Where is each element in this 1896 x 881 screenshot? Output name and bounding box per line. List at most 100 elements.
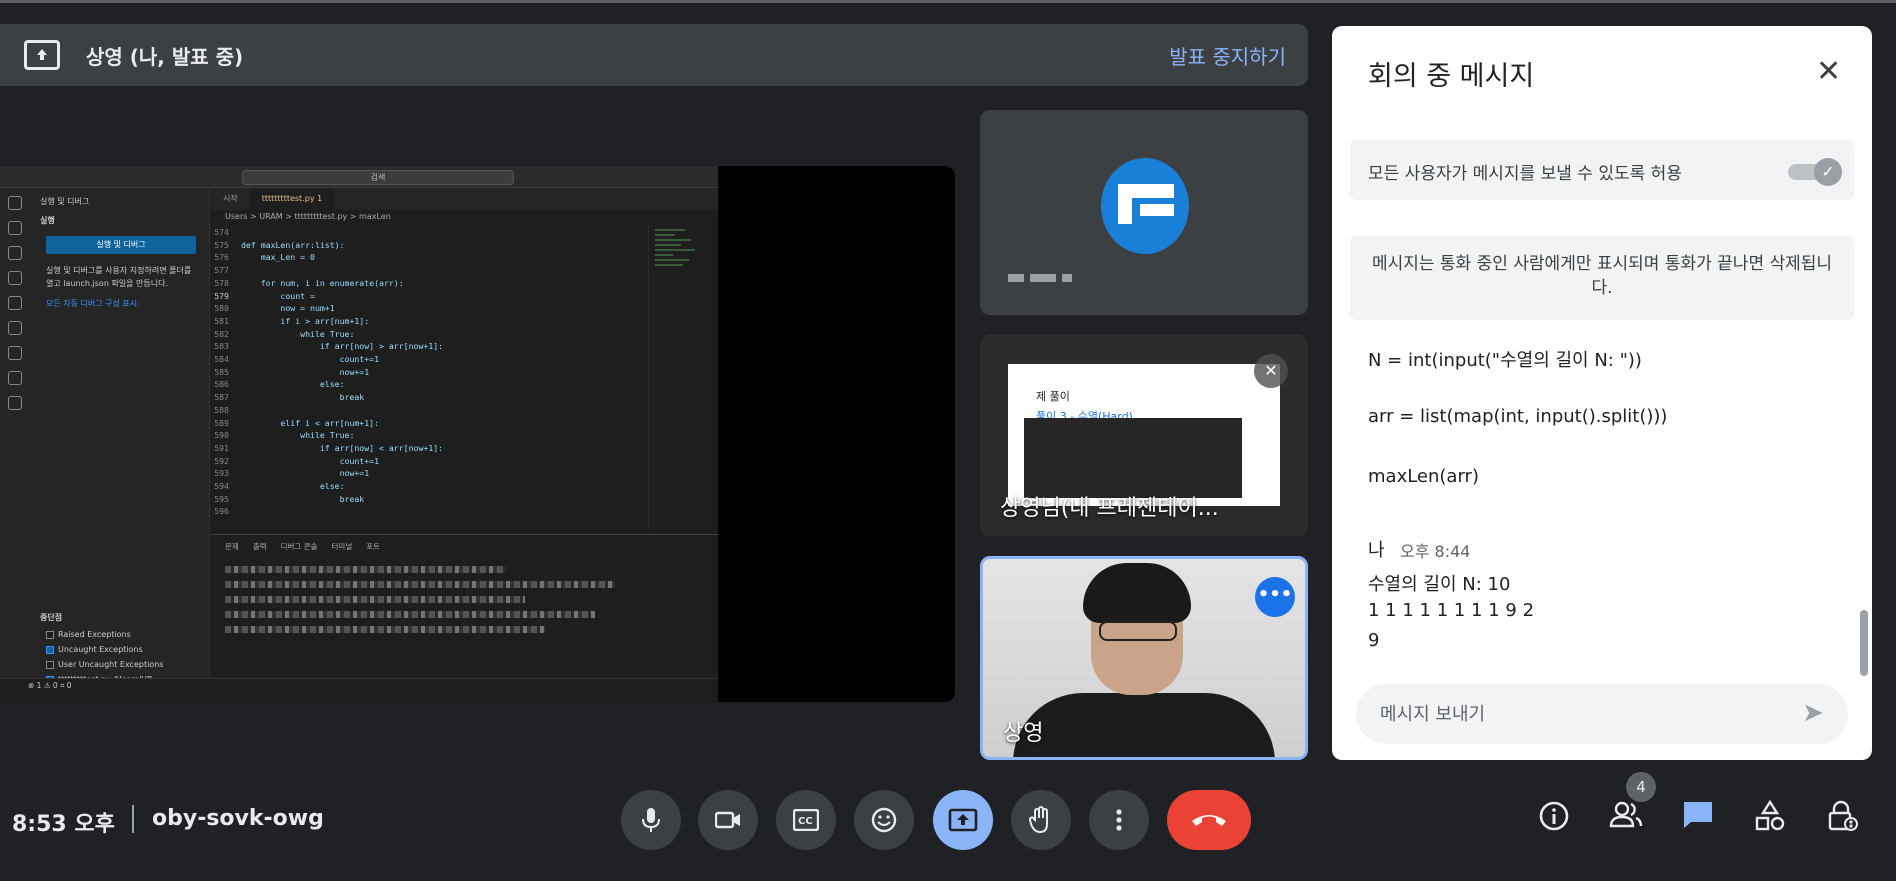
pixelated-text [225, 626, 545, 633]
run-debug-icon [8, 271, 22, 285]
chat-scrollbar[interactable] [1860, 610, 1868, 676]
line-number: 590 [214, 430, 229, 441]
panel-tab: 출력 [252, 542, 267, 551]
code-line: 583 if arr[now] > arr[now+1]: [211, 340, 648, 353]
vscode-activity-bar [0, 188, 30, 678]
code-text: now+=1 [241, 366, 370, 377]
emoji-icon [871, 807, 897, 833]
chat-message: 수열의 길이 N: 10 [1368, 574, 1511, 595]
editor-breadcrumb: Users > URAM > tttttttttest.py > maxLen [225, 212, 391, 221]
chat-button[interactable] [1678, 800, 1718, 840]
line-number: 585 [214, 366, 229, 377]
panel-tab: 문제 [225, 542, 239, 551]
code-line: 575 def maxLen(arr:list): [211, 239, 648, 252]
code-text: if i > arr[num+1]: [241, 315, 370, 326]
captions-button[interactable]: CC [776, 790, 836, 850]
code-line: 577 [211, 264, 648, 277]
code-text: break [241, 392, 365, 403]
breakpoint-item: User Uncaught Exceptions [30, 657, 210, 672]
sidebar-header: 실행 및 디버그 [40, 197, 90, 206]
line-number: 583 [214, 341, 229, 352]
code-line: 584 count+=1 [211, 353, 648, 366]
line-number: 589 [214, 417, 229, 428]
more-options-button[interactable]: ••• [1255, 577, 1295, 617]
search-icon [8, 221, 22, 235]
checkbox [46, 630, 54, 639]
code-line: 574 [211, 226, 648, 239]
message-time: 오후 8:44 [1400, 542, 1471, 561]
participant-tile[interactable] [980, 110, 1308, 315]
vscode-statusbar: ⊗ 1 ⚠ 0 ⌗ 0 [0, 678, 718, 692]
code-line: 588 [211, 404, 648, 417]
code-line: 582 while True: [211, 328, 648, 341]
vscode-sidebar: 실행 및 디버그 실행 실행 및 디버그 실행 및 디버그를 사용자 지정하려면… [30, 188, 210, 684]
panel-tab: 터미널 [331, 542, 353, 551]
pixelated-text [225, 566, 505, 573]
sidebar-help-text: 실행 및 디버그를 사용자 지정하려면 폴더를 열고 launch.json 파… [46, 266, 192, 288]
camera-icon [715, 811, 740, 829]
host-controls-button[interactable] [1822, 800, 1862, 840]
check-icon: ✓ [1814, 158, 1842, 186]
camera-button[interactable] [698, 790, 758, 850]
slide-heading: 제 풀이 [1036, 390, 1070, 403]
breakpoints-header: 중단점 [40, 613, 63, 622]
code-line: 581 if i > arr[num+1]: [211, 315, 648, 328]
raise-hand-button[interactable] [1011, 790, 1071, 850]
more-vert-icon [1116, 809, 1122, 831]
code-text: count+=1 [241, 354, 380, 365]
line-number: 576 [214, 252, 229, 263]
send-icon[interactable]: ➤ [1802, 698, 1824, 728]
activities-button[interactable] [1750, 799, 1790, 840]
code-text: if arr[now] < arr[now+1]: [241, 442, 444, 453]
microphone-icon [642, 808, 660, 832]
show-all-configs-link: 모든 자동 디버그 구성 표시. [46, 299, 140, 308]
code-text: elif i < arr[num+1]: [241, 417, 380, 428]
presenting-bar: 상영 (나, 발표 중) 발표 중지하기 [0, 24, 1308, 86]
checkbox [46, 645, 54, 654]
code-line: 594 else: [211, 480, 648, 493]
self-video-tile[interactable]: ••• 상영 [980, 556, 1308, 760]
line-number: 581 [214, 315, 229, 326]
close-icon[interactable]: ✕ [1816, 54, 1841, 89]
message-input[interactable] [1380, 684, 1780, 744]
chat-icon [1684, 802, 1712, 828]
shared-screen: 검색 실행 및 디버그 실행 실행 및 디버그 실행 및 디버그를 사용자 지정… [0, 166, 955, 702]
allow-messages-toggle[interactable]: ✓ [1788, 158, 1842, 186]
code-line: 596 [211, 505, 648, 518]
code-line: 589 elif i < arr[num+1]: [211, 417, 648, 430]
line-number: 595 [214, 493, 229, 504]
code-line: 595 break [211, 493, 648, 506]
vscode-window: 검색 실행 및 디버그 실행 실행 및 디버그 실행 및 디버그를 사용자 지정… [0, 166, 718, 702]
captions-icon: CC [793, 809, 819, 831]
editor-tab: 시작 [223, 194, 238, 203]
panel-tab: 디버그 콘솔 [280, 542, 318, 551]
more-options-button[interactable] [1089, 790, 1149, 850]
stop-presenting-button[interactable]: 발표 중지하기 [1169, 41, 1286, 70]
line-number: 582 [214, 328, 229, 339]
leave-call-button[interactable] [1167, 790, 1251, 850]
reactions-button[interactable] [854, 790, 914, 850]
extensions-icon [8, 296, 22, 310]
allow-messages-setting: 모든 사용자가 메시지를 보낼 수 있도록 허용 ✓ [1350, 140, 1854, 200]
people-button[interactable] [1606, 800, 1646, 840]
chat-message: 9 [1368, 630, 1380, 651]
present-screen-icon [948, 808, 978, 832]
meeting-info-button[interactable] [1534, 800, 1574, 840]
code-text: now+=1 [241, 468, 370, 479]
chat-message: 1 1 1 1 1 1 1 1 9 2 [1368, 600, 1535, 621]
lock-person-icon [1828, 800, 1858, 831]
hang-up-icon [1192, 815, 1226, 826]
presentation-tile[interactable]: 제 풀이 풀이 3 - 수열(Hard) ✕ 상영님(내 프레젠테이... [980, 334, 1308, 536]
chat-message: arr = list(map(int, input().split())) [1368, 406, 1668, 427]
present-now-button[interactable] [933, 790, 993, 850]
run-debug-button: 실행 및 디버그 [46, 236, 196, 254]
code-text: now = num+1 [241, 303, 335, 314]
presentation-label: 상영님(내 프레젠테이... [1000, 496, 1219, 521]
clock: 8:53 오후 [12, 812, 115, 837]
divider [132, 805, 134, 833]
message-compose: ➤ [1356, 684, 1848, 744]
microphone-button[interactable] [621, 790, 681, 850]
line-number: 594 [214, 481, 229, 492]
code-line: 586 else: [211, 378, 648, 391]
sidebar-section: 실행 [40, 216, 55, 225]
